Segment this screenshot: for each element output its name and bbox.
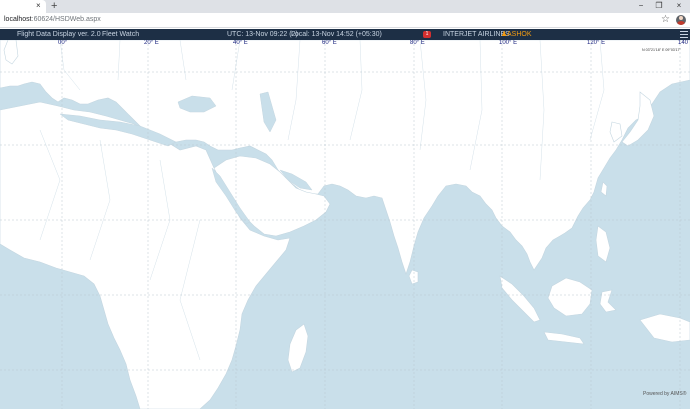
longitude-label: 20° E: [144, 40, 159, 46]
user-name[interactable]: ASHOK: [507, 30, 532, 39]
sulawesi: [599, 289, 617, 313]
longitude-label: 140: [678, 40, 689, 46]
app-navbar: Flight Data Display ver. 2.0 Fleet Watch…: [0, 29, 690, 40]
new-guinea: [639, 313, 690, 343]
url-text[interactable]: localhost:60624/HSDWeb.aspx: [4, 16, 101, 23]
minimize-icon[interactable]: −: [634, 0, 648, 12]
fleet-watch-link[interactable]: Fleet Watch: [102, 30, 139, 39]
longitude-label: 120° E: [587, 40, 606, 46]
app-title[interactable]: Flight Data Display ver. 2.0: [17, 30, 101, 39]
africa-landmass: [0, 101, 291, 409]
maximize-icon[interactable]: ❐: [652, 0, 666, 12]
borneo: [547, 277, 593, 317]
sumatra: [499, 275, 541, 323]
madagascar: [287, 323, 309, 373]
philippines: [595, 225, 611, 263]
notification-badge: 1: [425, 31, 429, 37]
powered-by-label: Powered by AIMS®: [643, 391, 687, 397]
notification-bell-icon[interactable]: 1: [423, 31, 431, 38]
longitude-label: 00°: [58, 40, 68, 46]
url-path: :60624/HSDWeb.aspx: [31, 16, 101, 23]
browser-tab[interactable]: ×: [0, 0, 46, 13]
address-bar[interactable]: localhost:60624/HSDWeb.aspx ☆: [0, 13, 690, 28]
close-window-icon[interactable]: ×: [672, 0, 686, 12]
cursor-coordinate-readout: N 03°21'18" E 09°03'17": [642, 48, 681, 52]
local-clock: Local: 13-Nov 14:52 (+05:30): [291, 31, 382, 38]
longitude-label: 80° E: [410, 40, 425, 46]
new-tab-button[interactable]: +: [51, 0, 57, 12]
longitude-label: 60° E: [322, 40, 337, 46]
airline-name[interactable]: INTERJET AIRLINES: [443, 30, 510, 39]
profile-avatar-icon[interactable]: [676, 15, 686, 25]
url-host: localhost: [4, 16, 32, 23]
close-tab-icon[interactable]: ×: [36, 1, 41, 11]
java: [543, 331, 585, 345]
bookmark-star-icon[interactable]: ☆: [661, 14, 670, 26]
browser-tab-bar: × + − ❐ ×: [0, 0, 690, 13]
taiwan: [600, 181, 608, 197]
world-map[interactable]: 00° 20° E 40° E 60° E 80° E 100° E 120° …: [0, 40, 690, 409]
longitude-label: 100° E: [499, 40, 518, 46]
utc-clock: UTC: 13-Nov 09:22 (2): [227, 31, 298, 38]
sri-lanka: [408, 269, 419, 285]
hamburger-menu-icon[interactable]: [680, 31, 688, 38]
longitude-label: 40° E: [233, 40, 248, 46]
map-canvas[interactable]: [0, 40, 690, 409]
